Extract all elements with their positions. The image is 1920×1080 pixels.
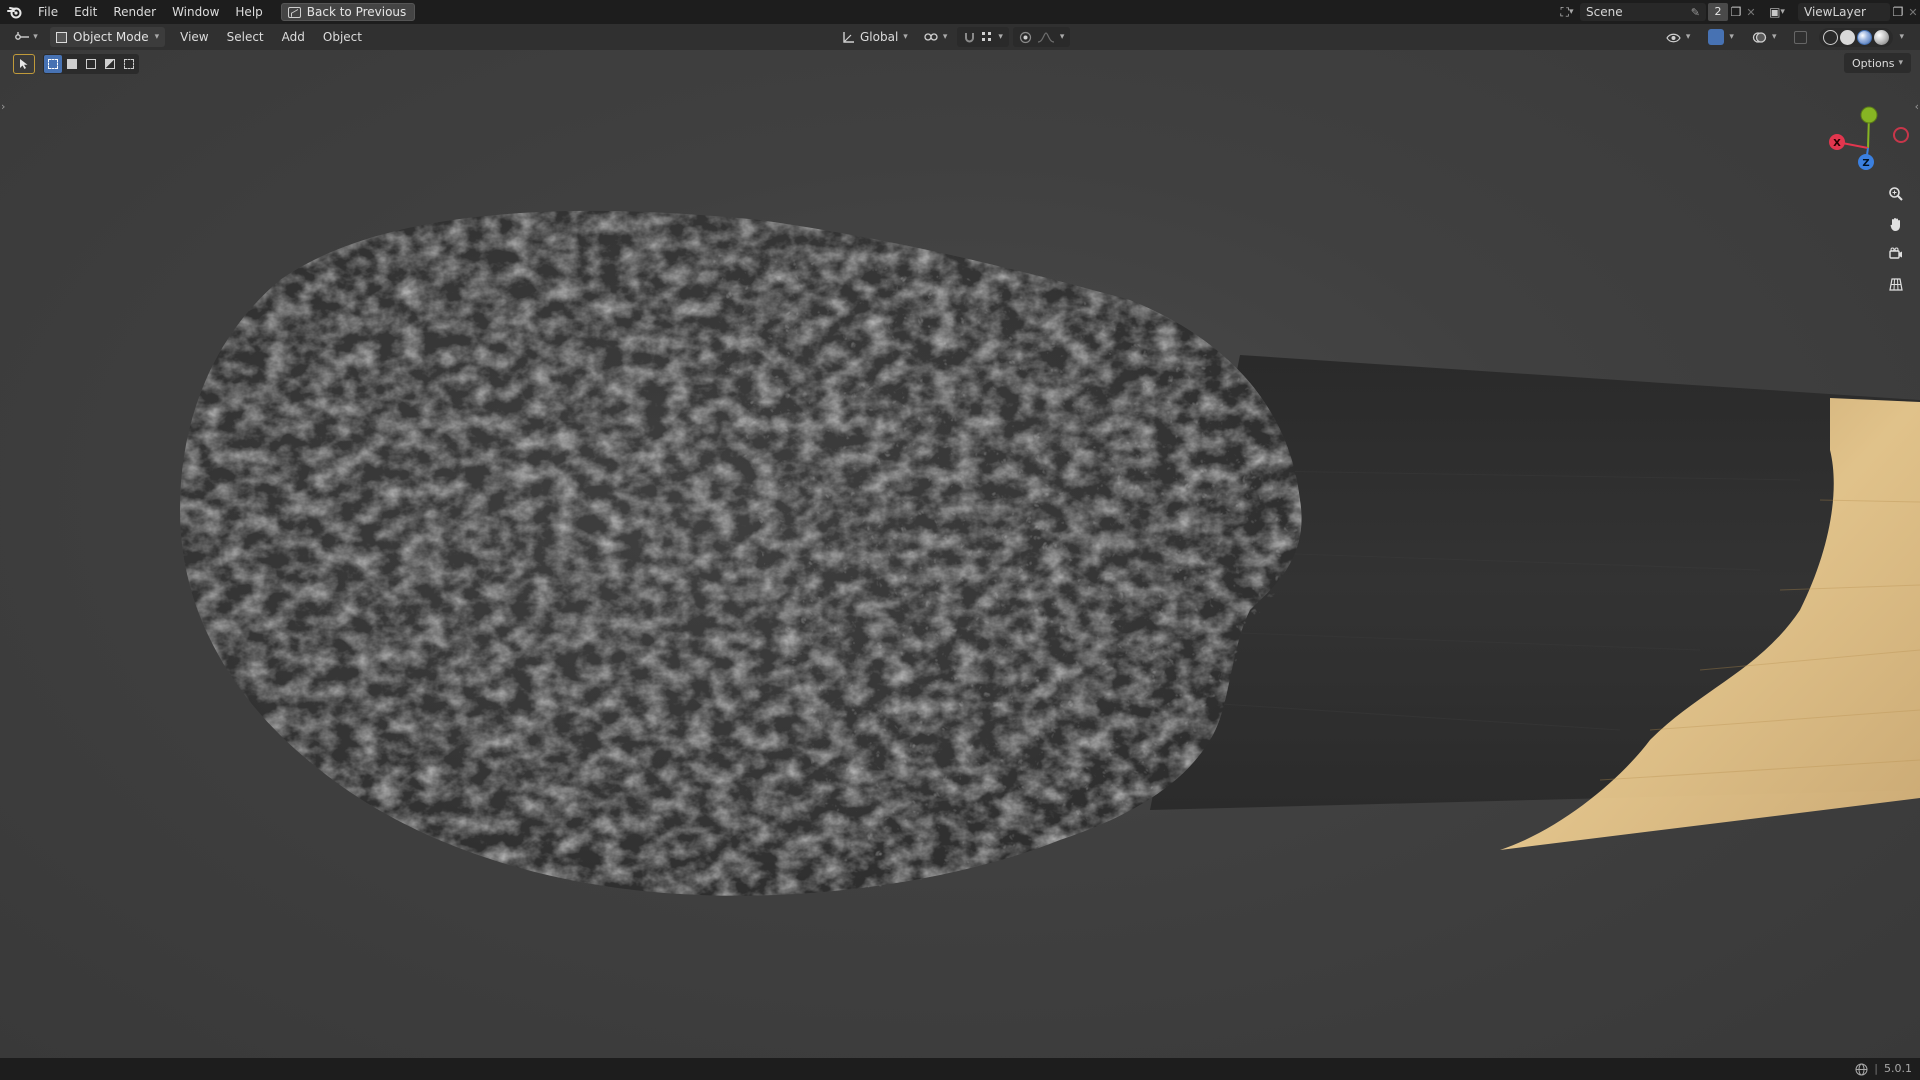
back-icon	[287, 6, 301, 18]
menu-select[interactable]: Select	[218, 30, 273, 44]
menu-object[interactable]: Object	[314, 30, 371, 44]
orientation-icon	[843, 31, 854, 43]
menu-view[interactable]: View	[171, 30, 217, 44]
toolbar-toggle-icon[interactable]: ›	[1, 100, 5, 113]
view-layer-name: ViewLayer	[1804, 5, 1866, 19]
camera-view-button[interactable]	[1882, 241, 1910, 267]
new-view-layer-icon[interactable]: ❐	[1890, 3, 1906, 21]
gizmo-x-label: X	[1833, 138, 1841, 149]
snap-icon	[965, 32, 975, 42]
pivot-point-select[interactable]: ▾	[918, 27, 954, 47]
selection-mode-group	[43, 54, 139, 74]
gizmo-z-label: Z	[1862, 158, 1869, 169]
menu-help[interactable]: Help	[227, 0, 270, 24]
material-icon[interactable]	[1857, 29, 1873, 45]
falloff-icon	[1037, 32, 1054, 43]
scene-selector-icon[interactable]: ⛶ ▾	[1554, 3, 1580, 21]
gizmo-toggle[interactable]: ▾	[1702, 27, 1740, 47]
visibility-icon	[1666, 33, 1681, 42]
menu-render[interactable]: Render	[105, 0, 164, 24]
object-mode-select[interactable]: Object Mode ▾	[50, 27, 166, 47]
select-intersect-icon[interactable]	[120, 55, 138, 73]
scene-name: Scene	[1586, 5, 1623, 19]
visibility-select[interactable]: ▾	[1660, 27, 1697, 47]
xray-icon	[1794, 30, 1808, 44]
proportional-icon	[1019, 31, 1031, 43]
select-subtract-icon[interactable]	[82, 55, 100, 73]
network-icon	[1855, 1063, 1868, 1075]
pin-icon[interactable]: ✎	[1691, 6, 1700, 19]
xray-toggle[interactable]	[1788, 27, 1813, 47]
snap-toggle[interactable]: ▾	[957, 27, 1009, 47]
chevron-down-icon: ▾	[1898, 58, 1903, 68]
transform-orientation-select[interactable]: Global ▾	[836, 27, 914, 47]
rendered-icon[interactable]	[1874, 29, 1890, 45]
pivot-icon	[924, 33, 938, 41]
zoom-button[interactable]	[1882, 181, 1910, 207]
back-to-previous-label: Back to Previous	[306, 5, 407, 19]
viewport-header: ▾ Object Mode ▾ View Select Add Object G…	[0, 24, 1920, 50]
select-extend-icon[interactable]	[63, 55, 81, 73]
solid-icon[interactable]	[1840, 29, 1856, 45]
ortho-grid-icon	[1889, 278, 1903, 291]
view-layer-selector-icon[interactable]: ▣ ▾	[1764, 3, 1790, 21]
pan-button[interactable]	[1882, 211, 1910, 237]
matchstick-render	[180, 210, 1920, 896]
shading-options-chevron-icon[interactable]: ▾	[1899, 32, 1904, 42]
top-menubar: File Edit Render Window Help Back to Pre…	[0, 0, 1920, 24]
back-to-previous-button[interactable]: Back to Previous	[280, 3, 416, 21]
camera-icon	[1889, 247, 1902, 259]
chevron-down-icon: ▾	[154, 32, 160, 42]
delete-scene-icon[interactable]: ✕	[1744, 6, 1758, 19]
editor-type-icon[interactable]: ▾	[6, 27, 46, 47]
blender-logo-icon[interactable]	[0, 0, 30, 24]
object-mode-label: Object Mode	[73, 30, 149, 44]
transform-orientation-label: Global	[860, 30, 899, 44]
gizmo-y-axis	[1860, 106, 1878, 124]
menu-edit[interactable]: Edit	[66, 0, 105, 24]
cursor-arrow-icon	[20, 59, 28, 69]
status-bar: | 5.0.1	[0, 1058, 1920, 1080]
navigation-gizmo[interactable]: X Z	[1822, 90, 1912, 180]
object-mode-cube-icon	[56, 31, 67, 43]
overlay-toggle[interactable]: ▾	[1746, 27, 1783, 47]
wireframe-icon[interactable]	[1823, 29, 1839, 45]
version-number: 5.0.1	[1884, 1062, 1912, 1075]
tool-settings-row: Options ▾	[0, 50, 1920, 76]
delete-view-layer-icon[interactable]: ✕	[1906, 6, 1920, 19]
view-layer-field[interactable]: ViewLayer	[1798, 3, 1890, 21]
new-scene-icon[interactable]: ❐	[1728, 3, 1744, 21]
select-tool-button[interactable]	[13, 54, 35, 74]
3d-viewport[interactable]: › ‹ X Z	[0, 50, 1920, 1058]
scene-name-field[interactable]: Scene ✎	[1580, 3, 1706, 21]
shading-mode-group	[1819, 27, 1894, 47]
options-dropdown[interactable]: Options ▾	[1844, 53, 1911, 73]
pan-hand-icon	[1890, 218, 1900, 231]
select-invert-icon[interactable]	[101, 55, 119, 73]
options-label: Options	[1852, 56, 1895, 70]
gizmo-toggle-icon	[1708, 29, 1725, 45]
overlay-icon	[1752, 31, 1767, 43]
snap-target-icon	[982, 32, 992, 41]
menu-add[interactable]: Add	[273, 30, 314, 44]
zoom-icon	[1889, 187, 1903, 201]
ortho-toggle-button[interactable]	[1882, 271, 1910, 297]
menu-window[interactable]: Window	[164, 0, 227, 24]
sidebar-toggle-icon[interactable]: ‹	[1915, 100, 1919, 113]
scene-users-count: 2	[1708, 3, 1728, 21]
proportional-editing-toggle[interactable]: ▾	[1012, 27, 1071, 47]
menu-file[interactable]: File	[30, 0, 66, 24]
gizmo-neg-x-axis	[1893, 127, 1909, 143]
select-new-icon[interactable]	[44, 55, 62, 73]
version-info: | 5.0.1	[1855, 1058, 1912, 1080]
